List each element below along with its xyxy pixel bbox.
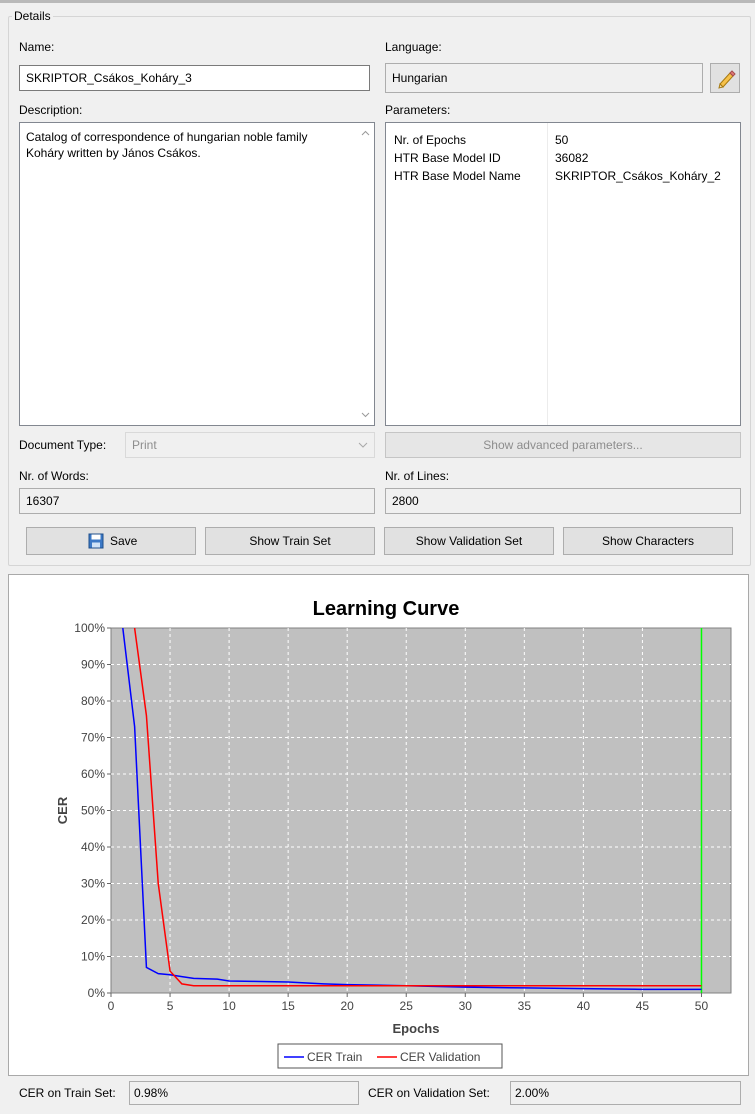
parameter-value: 36082 bbox=[555, 151, 589, 165]
parameter-key: Nr. of Epochs bbox=[394, 133, 467, 147]
learning-curve-panel: Learning Curve 0 5 10 15 20 25 30 35 40 45 50 0% 10% 2… bbox=[8, 574, 749, 1076]
words-field: 16307 bbox=[19, 488, 375, 514]
x-tick-label: 15 bbox=[281, 999, 295, 1013]
language-field: Hungarian bbox=[385, 63, 703, 93]
top-border bbox=[0, 0, 755, 3]
parameters-table[interactable]: Nr. of Epochs 50 HTR Base Model ID 36082… bbox=[385, 122, 741, 426]
y-tick-label: 50% bbox=[81, 804, 105, 818]
legend-label-train: CER Train bbox=[307, 1050, 362, 1064]
y-tick-label: 20% bbox=[81, 913, 105, 927]
chart-title: Learning Curve bbox=[313, 598, 460, 620]
description-textarea[interactable]: Catalog of correspondence of hungarian n… bbox=[19, 122, 375, 426]
y-tick-label: 40% bbox=[81, 840, 105, 854]
chevron-down-icon bbox=[358, 442, 368, 448]
y-tick-label: 30% bbox=[81, 877, 105, 891]
show-train-set-button[interactable]: Show Train Set bbox=[205, 527, 375, 555]
show-characters-button[interactable]: Show Characters bbox=[563, 527, 733, 555]
pencil-icon bbox=[718, 70, 736, 89]
parameter-row[interactable]: HTR Base Model ID 36082 bbox=[394, 149, 721, 167]
name-field[interactable]: SKRIPTOR_Csákos_Koháry_3 bbox=[19, 65, 370, 91]
parameter-row[interactable]: Nr. of Epochs 50 bbox=[394, 131, 721, 149]
x-tick-label: 20 bbox=[341, 999, 355, 1013]
x-tick-label: 25 bbox=[400, 999, 414, 1013]
show-advanced-parameters-button[interactable]: Show advanced parameters... bbox=[385, 432, 741, 458]
x-tick-label: 45 bbox=[636, 999, 650, 1013]
y-tick-label: 0% bbox=[88, 986, 106, 1000]
x-tick-label: 30 bbox=[459, 999, 473, 1013]
x-tick-label: 10 bbox=[222, 999, 236, 1013]
parameter-row[interactable]: HTR Base Model Name SKRIPTOR_Csákos_Kohá… bbox=[394, 167, 721, 185]
parameter-key: HTR Base Model ID bbox=[394, 151, 501, 165]
lines-label: Nr. of Lines: bbox=[385, 469, 450, 483]
y-tick-label: 70% bbox=[81, 731, 105, 745]
y-axis-label: CER bbox=[55, 796, 70, 824]
save-button-label: Save bbox=[110, 534, 138, 548]
x-tick-label: 50 bbox=[695, 999, 709, 1013]
learning-curve-chart: Learning Curve 0 5 10 15 20 25 30 35 40 45 50 0% 10% 2… bbox=[55, 598, 732, 1069]
floppy-disk-icon bbox=[88, 533, 104, 549]
y-tick-label: 60% bbox=[81, 767, 105, 781]
legend-label-validation: CER Validation bbox=[400, 1050, 480, 1064]
description-scrollbar[interactable] bbox=[357, 123, 374, 425]
description-text: Catalog of correspondence of hungarian n… bbox=[26, 130, 308, 160]
document-type-select[interactable]: Print bbox=[125, 432, 375, 458]
parameters-label: Parameters: bbox=[385, 103, 451, 117]
x-tick-label: 40 bbox=[577, 999, 591, 1013]
chevron-up-icon[interactable] bbox=[357, 125, 374, 142]
description-label: Description: bbox=[19, 103, 83, 117]
edit-language-button[interactable] bbox=[710, 63, 740, 93]
language-label: Language: bbox=[385, 40, 442, 54]
document-type-value: Print bbox=[132, 438, 157, 452]
document-type-label: Document Type: bbox=[19, 438, 107, 452]
x-axis-label: Epochs bbox=[393, 1021, 440, 1036]
y-tick-label: 100% bbox=[74, 621, 105, 635]
x-tick-label: 35 bbox=[518, 999, 532, 1013]
parameter-value: 50 bbox=[555, 133, 569, 147]
cer-validation-field: 2.00% bbox=[510, 1081, 741, 1105]
cer-train-field: 0.98% bbox=[129, 1081, 359, 1105]
y-tick-label: 10% bbox=[81, 950, 105, 964]
y-tick-label: 90% bbox=[81, 658, 105, 672]
parameter-value: SKRIPTOR_Csákos_Koháry_2 bbox=[555, 169, 721, 183]
words-label: Nr. of Words: bbox=[19, 469, 89, 483]
details-group-title: Details bbox=[12, 9, 53, 23]
x-tick-label: 5 bbox=[167, 999, 174, 1013]
show-validation-set-button[interactable]: Show Validation Set bbox=[384, 527, 554, 555]
parameter-key: HTR Base Model Name bbox=[394, 169, 521, 183]
cer-validation-label: CER on Validation Set: bbox=[368, 1086, 490, 1100]
y-tick-label: 80% bbox=[81, 694, 105, 708]
save-button[interactable]: Save bbox=[26, 527, 196, 555]
chevron-down-icon[interactable] bbox=[357, 406, 374, 423]
name-label: Name: bbox=[19, 40, 55, 54]
x-tick-label: 0 bbox=[108, 999, 115, 1013]
lines-field: 2800 bbox=[385, 488, 741, 514]
cer-train-label: CER on Train Set: bbox=[19, 1086, 116, 1100]
